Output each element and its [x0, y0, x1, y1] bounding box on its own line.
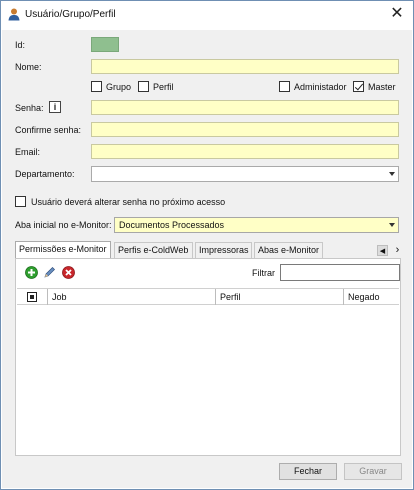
delete-icon[interactable] [62, 266, 75, 279]
grid-header: Job Perfil Negado [17, 289, 399, 305]
close-button[interactable]: ✕ [387, 5, 407, 23]
gravar-button[interactable]: Gravar [344, 463, 402, 480]
tab-scroll-right-button[interactable]: › [392, 245, 403, 256]
alterar-senha-checkbox[interactable] [15, 196, 26, 207]
fechar-button[interactable]: Fechar [279, 463, 337, 480]
tab-permissoes-emonitor[interactable]: Permissões e-Monitor [15, 241, 111, 259]
window-title: Usuário/Grupo/Perfil [25, 9, 116, 20]
grupo-label: Grupo [106, 82, 132, 92]
permissoes-grid[interactable]: Job Perfil Negado [17, 288, 399, 454]
dialog-window: Usuário/Grupo/Perfil ✕ Id: Nome: Grupo P… [0, 0, 414, 490]
perfil-label: Perfil [153, 82, 174, 92]
column-header-job[interactable]: Job [48, 289, 216, 305]
column-header-perfil[interactable]: Perfil [216, 289, 344, 305]
master-label: Master [368, 82, 396, 92]
administador-label: Administador [294, 82, 347, 92]
alterar-senha-label: Usuário deverá alterar senha no próximo … [31, 197, 226, 207]
tab-scroll-left-button[interactable]: ◀ [377, 245, 388, 256]
pencil-icon[interactable] [43, 266, 56, 279]
filtrar-label: Filtrar [252, 268, 275, 278]
tab-impressoras[interactable]: Impressoras [195, 242, 252, 259]
aba-inicial-value: Documentos Processados [119, 220, 225, 230]
aba-inicial-label: Aba inicial no e-Monitor: [15, 220, 112, 230]
aba-inicial-select[interactable]: Documentos Processados [114, 217, 399, 233]
select-all-checkbox[interactable] [27, 292, 37, 302]
perfil-checkbox[interactable] [138, 81, 149, 92]
senha-label: Senha: [15, 103, 44, 113]
tab-perfis-ecoldweb[interactable]: Perfis e-ColdWeb [114, 242, 193, 259]
email-input[interactable] [91, 144, 399, 159]
departamento-label: Departamento: [15, 169, 75, 179]
senha-input[interactable] [91, 100, 399, 115]
column-header-negado[interactable]: Negado [344, 289, 399, 305]
chevron-down-icon [389, 223, 395, 227]
departamento-select[interactable] [91, 166, 399, 182]
add-icon[interactable] [25, 266, 38, 279]
nome-input[interactable] [91, 59, 399, 74]
title-bar: Usuário/Grupo/Perfil ✕ [1, 1, 413, 29]
user-icon [8, 8, 20, 21]
id-field [91, 37, 119, 52]
confirme-senha-input[interactable] [91, 122, 399, 137]
nome-label: Nome: [15, 62, 42, 72]
info-icon[interactable]: i [49, 101, 61, 113]
grupo-checkbox[interactable] [91, 81, 102, 92]
master-checkbox[interactable] [353, 81, 364, 92]
tab-abas-emonitor[interactable]: Abas e-Monitor [254, 242, 323, 259]
permissoes-panel: Filtrar Job Perfil Negado [15, 258, 401, 456]
dialog-body: Id: Nome: Grupo Perfil Administador Mast… [2, 30, 412, 488]
email-label: Email: [15, 147, 41, 157]
administador-checkbox[interactable] [279, 81, 290, 92]
chevron-down-icon [389, 172, 395, 176]
id-label: Id: [15, 40, 26, 50]
confirme-senha-label: Confirme senha: [15, 125, 82, 135]
filtrar-input[interactable] [280, 264, 400, 281]
select-all-column [17, 289, 48, 305]
